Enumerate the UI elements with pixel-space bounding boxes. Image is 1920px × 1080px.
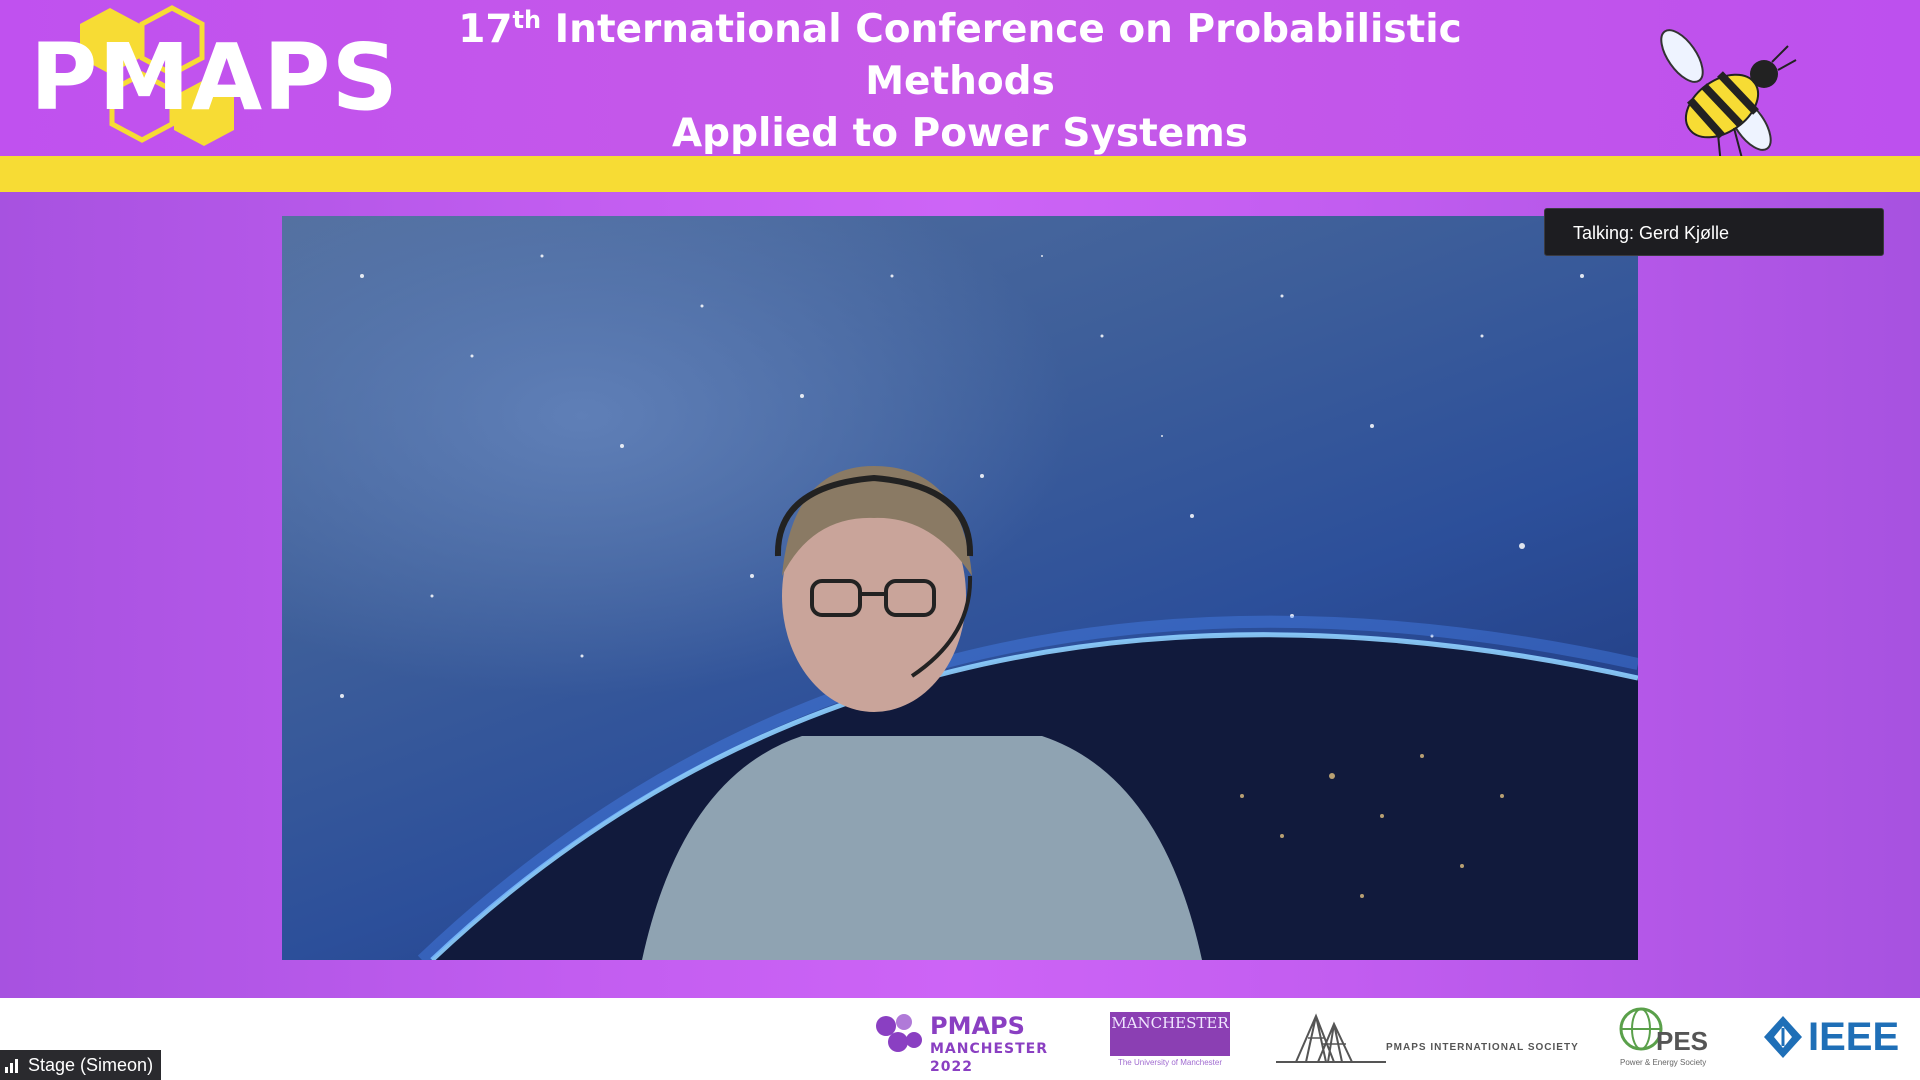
- ieee-diamond-icon: [1764, 1016, 1802, 1058]
- title-line-1-text: International Conference on Probabilisti…: [554, 7, 1462, 104]
- signal-bars-icon: [5, 1059, 18, 1073]
- pes-tag: Power & Energy Society: [1620, 1058, 1707, 1067]
- video-frame-graphic: [340, 254, 1638, 960]
- manchester-logo: MANCHESTER The University of Manchester: [1110, 1012, 1230, 1067]
- speaker-video[interactable]: [282, 216, 1638, 960]
- pmaps-logo: PMAPS: [22, 4, 398, 154]
- title-line-2: Applied to Power Systems: [671, 111, 1249, 156]
- stage-indicator[interactable]: Stage (Simeon): [0, 1050, 162, 1080]
- ieee-pes-logo: PES Power & Energy Society: [1616, 1004, 1726, 1070]
- manchester-name: MANCHESTER: [1111, 1014, 1229, 1032]
- manchester-tag: The University of Manchester: [1117, 1058, 1223, 1067]
- pmaps-hexagon-icon: [876, 1014, 922, 1052]
- pmaps-manchester-logo: PMAPS MANCHESTER 2022: [874, 1012, 1064, 1075]
- pes-name: PES: [1656, 1026, 1709, 1056]
- title-line-1: 17th International Conference on Probabi…: [380, 4, 1540, 108]
- title-ordinal-suffix: th: [512, 6, 542, 34]
- pmaps-society-logo: PMAPS INTERNATIONAL SOCIETY: [1276, 1008, 1579, 1068]
- society-tower-icon: [1276, 1013, 1386, 1063]
- title-ordinal: 17: [458, 7, 513, 52]
- stage-label: Stage (Simeon): [28, 1055, 154, 1075]
- ieee-name: IEEE: [1808, 1015, 1900, 1059]
- logo-text: PMAPS: [30, 24, 399, 131]
- pmaps-small-sub: MANCHESTER 2022: [930, 1041, 1049, 1075]
- pmaps-small-name: PMAPS: [930, 1012, 1025, 1040]
- conference-banner: PMAPS 17th International Conference on P…: [0, 0, 1920, 193]
- talking-indicator: Talking: Gerd Kjølle: [1544, 208, 1884, 256]
- ieee-logo: IEEE: [1762, 1014, 1912, 1062]
- banner-accent-stripe: [0, 156, 1920, 192]
- society-name: PMAPS INTERNATIONAL SOCIETY: [1386, 1042, 1579, 1053]
